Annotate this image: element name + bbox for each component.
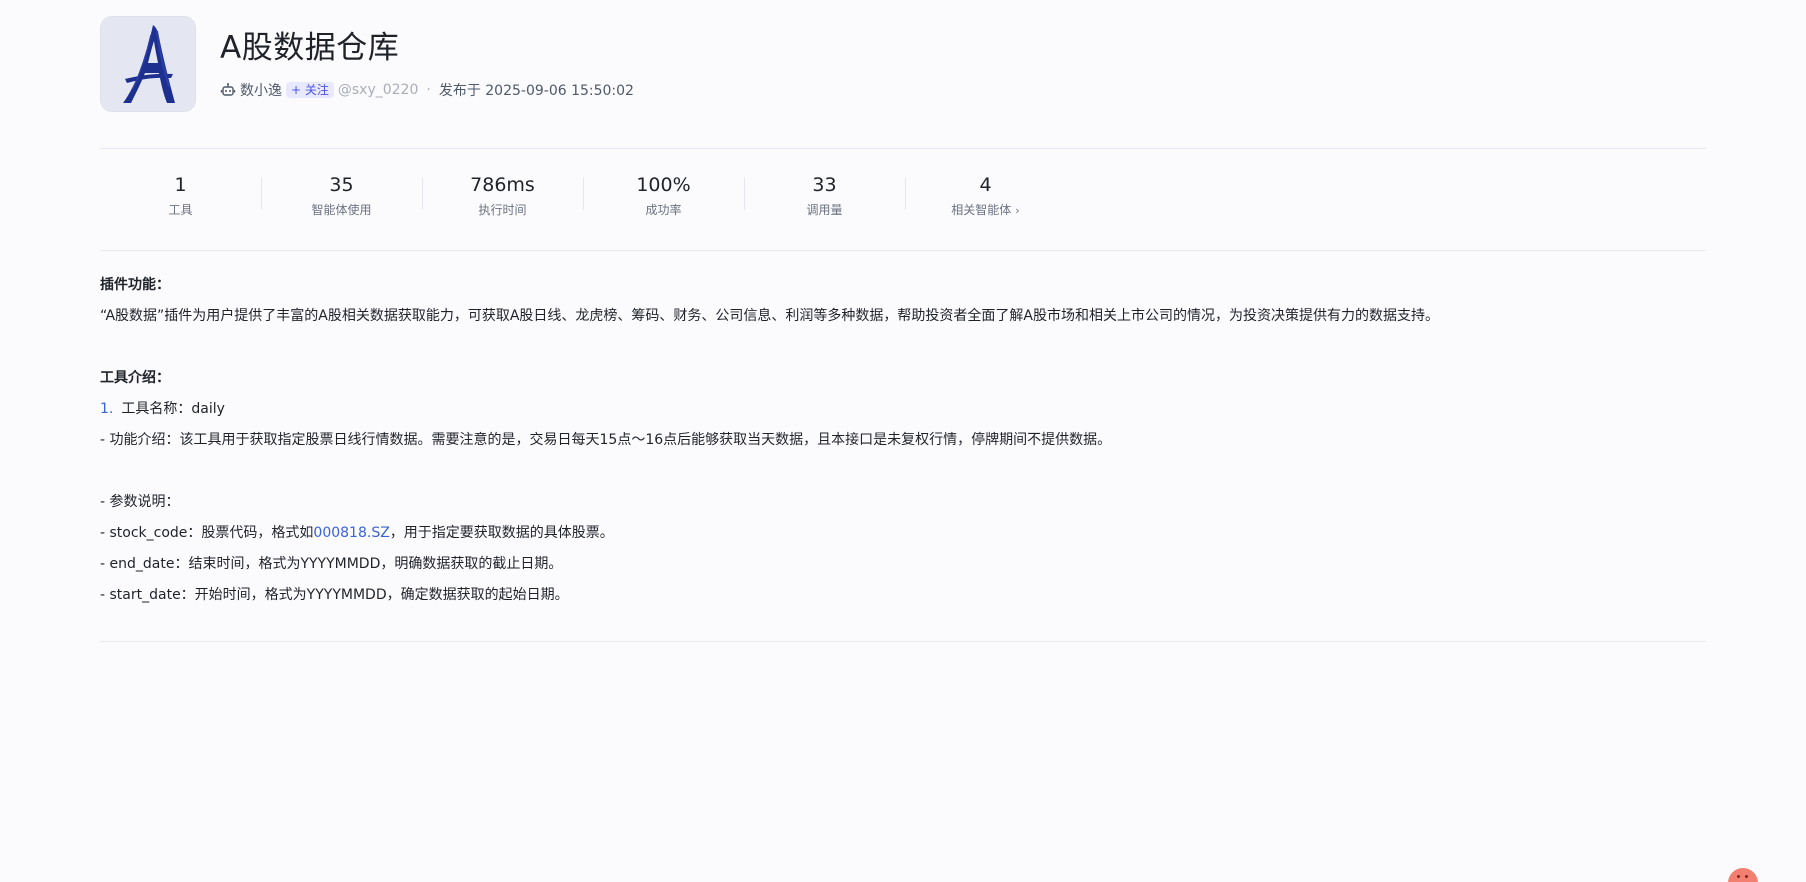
related-agents-link[interactable]: 相关智能体 › [905, 201, 1066, 220]
avatar-eye [1745, 875, 1748, 878]
divider-bottom [100, 641, 1706, 642]
page-title: A股数据仓库 [220, 30, 400, 66]
divider-mid [100, 250, 1706, 251]
follow-button[interactable]: + 关注 [286, 82, 334, 98]
stats-bar: 1 工具 35 智能体使用 786ms 执行时间 100% 成功率 33 调用量… [100, 168, 1066, 224]
params-title: - 参数说明： [100, 494, 180, 510]
plugin-header: A股数据仓库 数小逸 + 关注 @sxy_0220 · 发布于 2025-09-… [100, 16, 1706, 112]
stat-call-count: 33 调用量 [744, 168, 905, 224]
plugin-detail-page: A股数据仓库 数小逸 + 关注 @sxy_0220 · 发布于 2025-09-… [0, 0, 1806, 882]
tool-function: - 功能介绍：该工具用于获取指定股票日线行情数据。需要注意的是，交易日每天15点… [100, 432, 1112, 448]
stat-value: 100% [636, 174, 691, 196]
stock-code-link[interactable]: 000818.SZ [313, 525, 389, 541]
divider-top [100, 148, 1706, 149]
param-stock-code: - stock_code：股票代码，格式如000818.SZ，用于指定要获取数据… [100, 525, 614, 541]
tool-name-line: 1. 工具名称：daily [100, 394, 1706, 425]
param-start-date: - start_date：开始时间，格式为YYYYMMDD，确定数据获取的起始日… [100, 587, 569, 603]
stat-label: 调用量 [806, 203, 843, 217]
tool-name: 工具名称：daily [121, 401, 225, 417]
chevron-right-icon: › [1015, 204, 1020, 217]
feature-description: “A股数据”插件为用户提供了丰富的A股相关数据获取能力，可获取A股日线、龙虎榜、… [100, 308, 1440, 324]
stat-label: 成功率 [645, 203, 682, 217]
meta-separator: · [426, 82, 431, 98]
stat-related-agents[interactable]: 4 相关智能体 › [905, 168, 1066, 224]
tools-title: 工具介绍： [100, 370, 170, 386]
robot-icon [220, 82, 236, 98]
stat-value: 1 [174, 174, 187, 196]
author-name[interactable]: 数小逸 [240, 80, 282, 100]
feature-title: 插件功能： [100, 277, 170, 293]
param-end-date: - end_date：结束时间，格式为YYYYMMDD，明确数据获取的截止日期。 [100, 556, 563, 572]
stat-label: 工具 [168, 203, 193, 217]
plugin-description: 插件功能： “A股数据”插件为用户提供了丰富的A股相关数据获取能力，可获取A股日… [100, 270, 1706, 611]
stat-value: 33 [812, 174, 837, 196]
assistant-avatar-button[interactable] [1728, 868, 1758, 882]
stat-tools: 1 工具 [100, 168, 261, 224]
plugin-meta: 数小逸 + 关注 @sxy_0220 · 发布于 2025-09-06 15:5… [220, 80, 634, 100]
stat-value: 786ms [470, 174, 535, 196]
stat-value: 35 [329, 174, 354, 196]
stat-exec-time: 786ms 执行时间 [422, 168, 583, 224]
list-number: 1. [100, 401, 114, 417]
stat-value: 4 [979, 174, 992, 196]
publish-time: 发布于 2025-09-06 15:50:02 [438, 83, 634, 99]
stat-success-rate: 100% 成功率 [583, 168, 744, 224]
stat-label: 相关智能体 [951, 203, 1012, 217]
stat-label: 执行时间 [478, 203, 527, 217]
stat-label: 智能体使用 [311, 203, 372, 217]
logo-icon [101, 17, 195, 111]
avatar-eye [1737, 875, 1740, 878]
brush-letter-a-logo [100, 16, 196, 112]
author-handle: @sxy_0220 [337, 82, 419, 98]
stat-agent-usage: 35 智能体使用 [261, 168, 422, 224]
